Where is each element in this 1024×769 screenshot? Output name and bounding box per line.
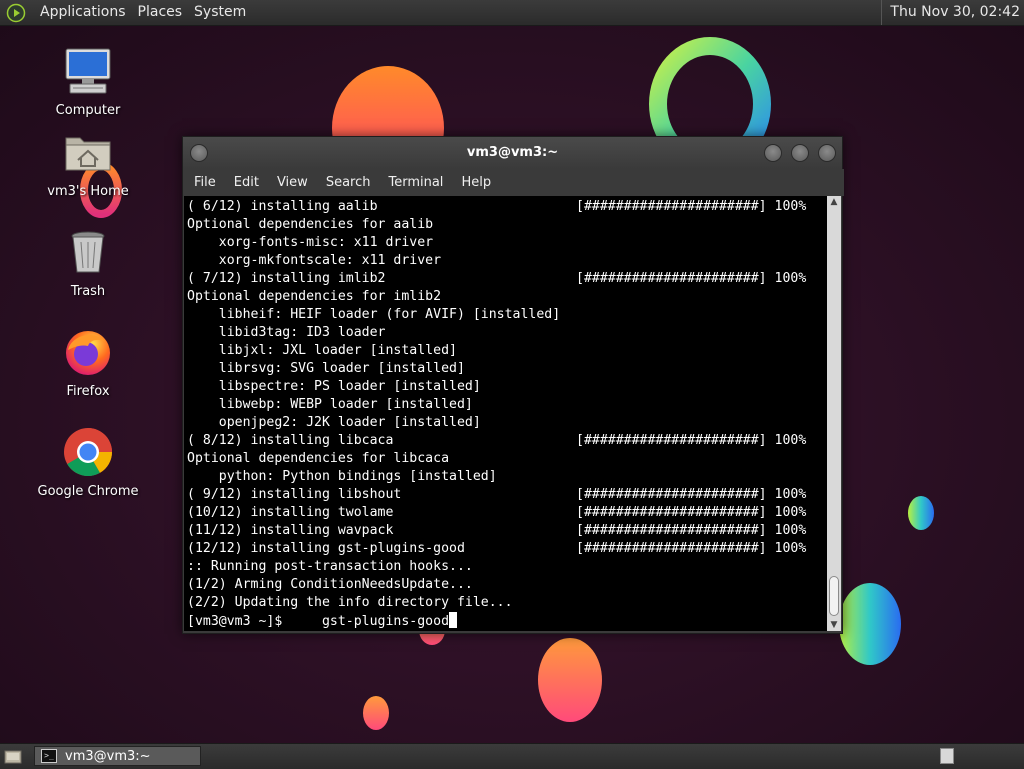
scroll-down-arrow-icon[interactable]: ▼ — [827, 619, 841, 631]
scrollbar-thumb[interactable] — [829, 576, 839, 616]
computer-icon — [65, 48, 111, 94]
terminal-line: Optional dependencies for libcaca — [187, 451, 450, 466]
top-panel: Applications Places System Thu Nov 30, 0… — [0, 0, 1024, 26]
menu-places[interactable]: Places — [132, 0, 189, 25]
terminal-line: (11/12) installing wavpack [############… — [187, 523, 807, 538]
terminal-line: ( 6/12) installing aalib [##############… — [187, 199, 807, 214]
window-title: vm3@vm3:~ — [466, 145, 559, 160]
terminal-line: (12/12) installing gst-plugins-good [###… — [187, 541, 807, 556]
terminal-line: xorg-mkfontscale: x11 driver — [187, 253, 442, 268]
terminal-line: python: Python bindings [installed] — [187, 469, 497, 484]
terminal-line: libspectre: PS loader [installed] — [187, 379, 481, 394]
terminal-line: Optional dependencies for imlib2 — [187, 289, 442, 304]
window-titlebar[interactable]: vm3@vm3:~ — [183, 137, 842, 169]
trash-icon — [71, 231, 105, 273]
terminal-text: ( 6/12) installing aalib [##############… — [184, 196, 827, 631]
terminal-line: librsvg: SVG loader [installed] — [187, 361, 465, 376]
terminal-line: (10/12) installing twolame [############… — [187, 505, 807, 520]
show-desktop-icon[interactable] — [4, 748, 22, 765]
desktop-icon-label: Google Chrome — [37, 484, 139, 499]
applications-logo-icon[interactable] — [6, 3, 26, 23]
text-cursor — [449, 612, 458, 628]
terminal-line: libwebp: WEBP loader [installed] — [187, 397, 473, 412]
home-folder-icon — [65, 137, 111, 171]
terminal-line: libheif: HEIF loader (for AVIF) [install… — [187, 307, 561, 322]
terminal-line: :: Running post-transaction hooks... — [187, 559, 473, 574]
terminal-line: (2/2) Updating the info directory file..… — [187, 595, 513, 610]
desktop-icon-firefox[interactable]: Firefox — [28, 326, 148, 399]
terminal-line: xorg-fonts-misc: x11 driver — [187, 235, 434, 250]
desktop-icon-label: vm3's Home — [47, 184, 129, 199]
firefox-icon — [66, 331, 110, 375]
menu-view[interactable]: View — [268, 169, 317, 196]
terminal-line: libjxl: JXL loader [installed] — [187, 343, 457, 358]
terminal-line: (1/2) Arming ConditionNeedsUpdate... — [187, 577, 473, 592]
maximize-button[interactable] — [791, 144, 809, 162]
desktop-icon-chrome[interactable]: Google Chrome — [28, 426, 148, 499]
terminal-menubar: File Edit View Search Terminal Help — [183, 169, 844, 196]
terminal-output-area[interactable]: ( 6/12) installing aalib [##############… — [184, 196, 827, 631]
menu-system[interactable]: System — [188, 0, 252, 25]
desktop-icon-label: Firefox — [66, 384, 110, 399]
menu-terminal[interactable]: Terminal — [379, 169, 452, 196]
minimize-button[interactable] — [764, 144, 782, 162]
desktop-icon-label: Trash — [70, 284, 106, 299]
menu-applications[interactable]: Applications — [34, 0, 132, 25]
menu-edit[interactable]: Edit — [225, 169, 268, 196]
menu-help[interactable]: Help — [452, 169, 500, 196]
menu-search[interactable]: Search — [317, 169, 380, 196]
terminal-prompt: [vm3@vm3 ~]$ gst-plugins-good — [187, 614, 450, 629]
desktop-icon-label: Computer — [55, 103, 121, 118]
desktop-icon-computer[interactable]: Computer — [28, 45, 148, 118]
scroll-up-arrow-icon[interactable]: ▲ — [827, 196, 841, 208]
terminal-line: Optional dependencies for aalib — [187, 217, 434, 232]
terminal-line: openjpeg2: J2K loader [installed] — [187, 415, 481, 430]
taskbar-item-label: vm3@vm3:~ — [65, 748, 151, 764]
terminal-line: ( 7/12) installing imlib2 [#############… — [187, 271, 807, 286]
terminal-scrollbar[interactable]: ▲ ▼ — [827, 196, 841, 631]
close-button[interactable] — [818, 144, 836, 162]
menu-file[interactable]: File — [185, 169, 225, 196]
terminal-window[interactable]: vm3@vm3:~ File Edit View Search Terminal… — [182, 136, 844, 634]
bottom-panel: >_ vm3@vm3:~ — [0, 743, 1024, 769]
panel-clock[interactable]: Thu Nov 30, 02:42 — [881, 0, 1024, 25]
chrome-icon — [64, 428, 112, 477]
desktop-icon-home[interactable]: vm3's Home — [28, 126, 148, 199]
terminal-line: libid3tag: ID3 loader — [187, 325, 386, 340]
terminal-line: ( 9/12) installing libshout [###########… — [187, 487, 807, 502]
desktop-icon-trash[interactable]: Trash — [28, 226, 148, 299]
taskbar-item-terminal[interactable]: >_ vm3@vm3:~ — [34, 746, 201, 766]
workspace-switcher[interactable] — [940, 748, 954, 764]
terminal-icon: >_ — [41, 749, 57, 763]
terminal-line: ( 8/12) installing libcaca [############… — [187, 433, 807, 448]
